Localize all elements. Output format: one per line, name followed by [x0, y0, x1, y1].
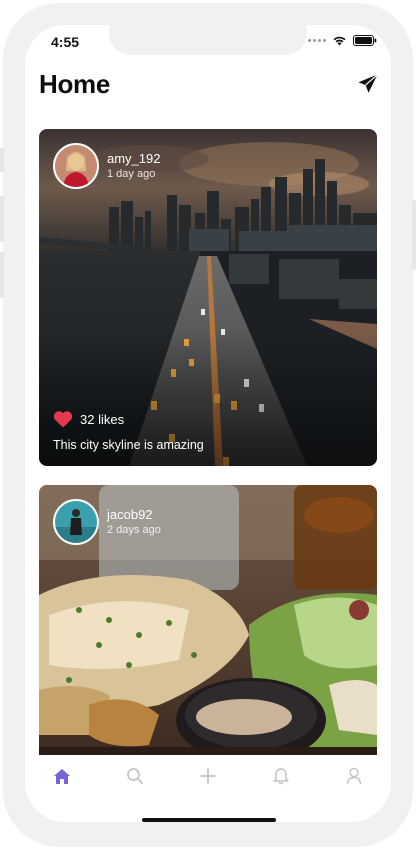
heart-icon[interactable] — [53, 410, 73, 428]
avatar[interactable] — [53, 143, 99, 189]
search-icon — [126, 768, 143, 784]
header: Home — [39, 69, 379, 103]
side-button — [0, 252, 4, 298]
tab-add[interactable] — [188, 762, 228, 790]
send-button[interactable] — [357, 73, 379, 95]
battery-icon — [353, 35, 377, 46]
profile-icon — [347, 767, 362, 785]
post-feed: amy_192 1 day ago 32 likes This city sky… — [39, 129, 377, 784]
signal-icon — [308, 39, 326, 42]
tab-bar — [25, 755, 391, 797]
post-card[interactable]: jacob92 2 days ago — [39, 485, 377, 765]
avatar-photo-amy — [55, 145, 97, 187]
notch — [109, 25, 307, 55]
like-count: 32 likes — [53, 410, 124, 428]
tab-home[interactable] — [42, 762, 82, 790]
status-icons — [308, 35, 377, 46]
post-caption: This city skyline is amazing — [53, 438, 204, 452]
post-card[interactable]: amy_192 1 day ago 32 likes This city sky… — [39, 129, 377, 466]
bell-icon — [273, 768, 289, 785]
paper-plane-icon — [358, 74, 378, 93]
likes-label: 32 likes — [80, 411, 125, 427]
side-button — [0, 196, 4, 242]
tab-search[interactable] — [115, 762, 155, 790]
post-author[interactable]: jacob92 2 days ago — [53, 499, 161, 545]
tab-notifications[interactable] — [261, 762, 301, 790]
phone-screen: 4:55 Home amy_192 1 day ago 32 likes Thi… — [25, 25, 391, 822]
home-icon — [53, 768, 70, 784]
avatar[interactable] — [53, 499, 99, 545]
username[interactable]: amy_192 — [107, 151, 160, 167]
home-indicator[interactable] — [142, 818, 276, 822]
post-time: 2 days ago — [107, 523, 161, 536]
tab-profile[interactable] — [334, 762, 374, 790]
side-button — [0, 148, 4, 172]
page-title: Home — [39, 69, 111, 99]
wifi-icon — [333, 36, 346, 46]
plus-icon — [200, 768, 216, 784]
username[interactable]: jacob92 — [107, 507, 161, 523]
post-time: 1 day ago — [107, 167, 156, 180]
side-button — [412, 200, 416, 270]
post-author[interactable]: amy_192 1 day ago — [53, 143, 160, 189]
avatar-photo-jacob — [55, 501, 97, 543]
status-time: 4:55 — [51, 34, 80, 50]
